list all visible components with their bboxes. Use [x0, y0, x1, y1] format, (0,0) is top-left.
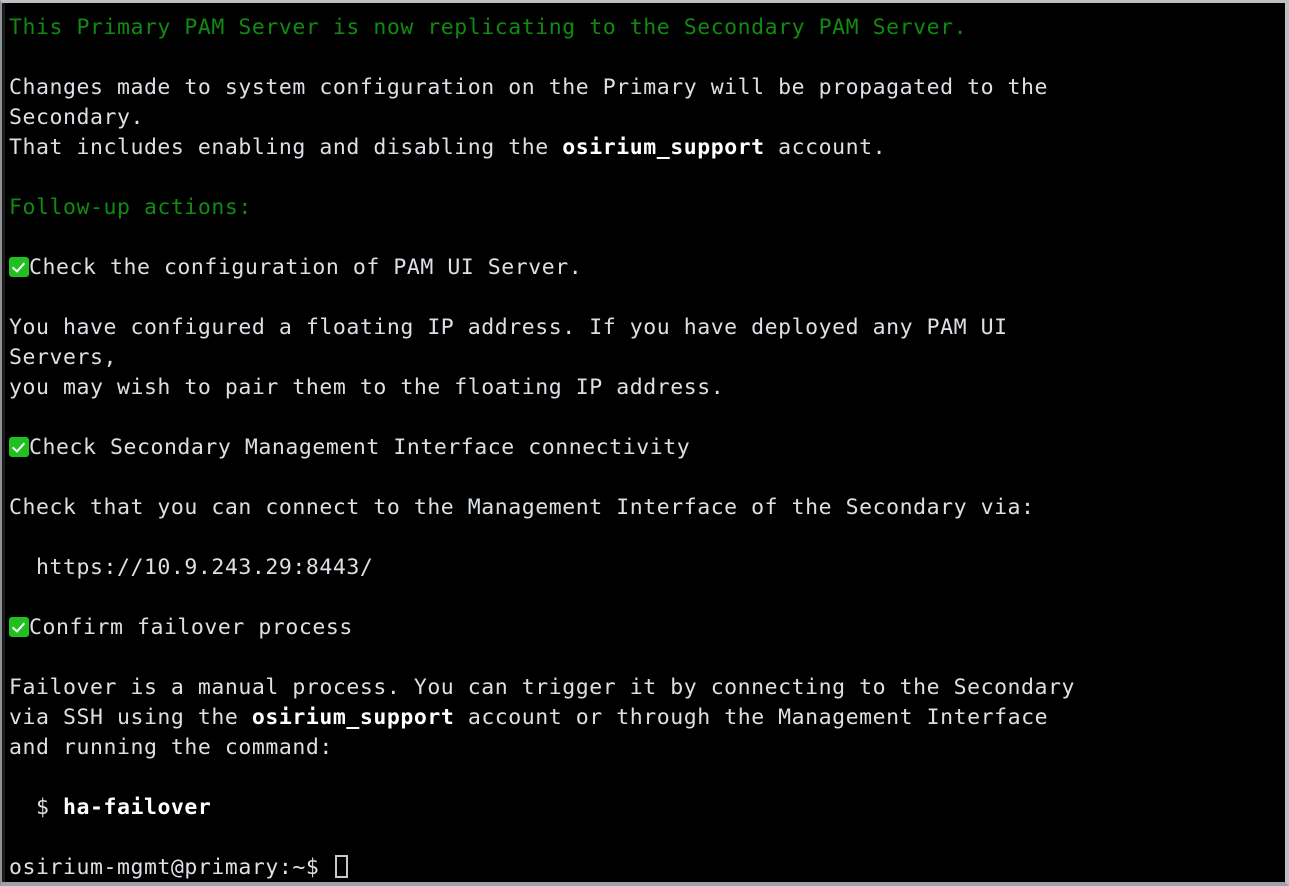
highlight-text: Follow-up actions: [9, 195, 252, 220]
terminal-window[interactable]: This Primary PAM Server is now replicati… [0, 0, 1289, 886]
checklist-item-label: Check the configuration of PAM UI Server… [29, 255, 583, 280]
line-text-suffix: account. [764, 135, 887, 160]
checklist-item-label: Confirm failover process [29, 615, 353, 640]
emphasised-token: ha-failover [62, 795, 212, 820]
terminal-line-highlight: Follow-up actions: [9, 193, 1285, 223]
checklist-item-label: Check Secondary Management Interface con… [29, 435, 691, 460]
line-text-suffix: account or through the Management Interf… [454, 705, 1049, 730]
emphasised-token: osirium_support [562, 135, 765, 160]
line-text: Servers, [9, 345, 117, 370]
shell-prompt-text: osirium-mgmt@primary:~$ [9, 855, 333, 880]
emphasised-token: osirium_support [251, 705, 455, 730]
line-text-prefix: That includes enabling and disabling the [9, 135, 563, 160]
checklist-item: Check Secondary Management Interface con… [9, 433, 1285, 463]
check-mark-icon [9, 617, 29, 637]
terminal-output-area[interactable]: This Primary PAM Server is now replicati… [7, 3, 1285, 882]
line-text-prefix: via SSH using the [9, 705, 252, 730]
check-mark-icon [9, 257, 29, 277]
shell-prompt-line[interactable]: osirium-mgmt@primary:~$ [9, 853, 1285, 882]
check-mark-icon [9, 437, 29, 457]
terminal-line-text: Changes made to system configuration on … [9, 73, 1285, 103]
line-text: Check that you can connect to the Manage… [9, 495, 1035, 520]
line-text: https://10.9.243.29:8443/ [9, 555, 374, 580]
terminal-line-with-emphasis: That includes enabling and disabling the… [9, 133, 1285, 163]
line-text: you may wish to pair them to the floatin… [9, 375, 725, 400]
terminal-line-text: Check that you can connect to the Manage… [9, 493, 1285, 523]
line-text: and running the command: [9, 735, 333, 760]
terminal-line-text: You have configured a floating IP addres… [9, 313, 1285, 343]
terminal-line-text: and running the command: [9, 733, 1285, 763]
terminal-line-text: Secondary. [9, 103, 1285, 133]
checklist-item: Check the configuration of PAM UI Server… [9, 253, 1285, 283]
text-cursor [334, 855, 348, 878]
line-text-prefix: $ [9, 795, 63, 820]
terminal-line-with-emphasis: $ ha-failover [9, 793, 1285, 823]
terminal-line-text: Failover is a manual process. You can tr… [9, 673, 1285, 703]
checklist-item: Confirm failover process [9, 613, 1285, 643]
line-text: Secondary. [9, 105, 144, 130]
line-text: You have configured a floating IP addres… [9, 315, 1008, 340]
terminal-line-highlight: This Primary PAM Server is now replicati… [9, 13, 1285, 43]
terminal-line-with-emphasis: via SSH using the osirium_support accoun… [9, 703, 1285, 733]
highlight-text: This Primary PAM Server is now replicati… [9, 15, 968, 40]
terminal-line-text: https://10.9.243.29:8443/ [9, 553, 1285, 583]
terminal-line-text: Servers, [9, 343, 1285, 373]
terminal-line-text: you may wish to pair them to the floatin… [9, 373, 1285, 403]
line-text: Failover is a manual process. You can tr… [9, 675, 1076, 700]
line-text: Changes made to system configuration on … [9, 75, 1049, 100]
